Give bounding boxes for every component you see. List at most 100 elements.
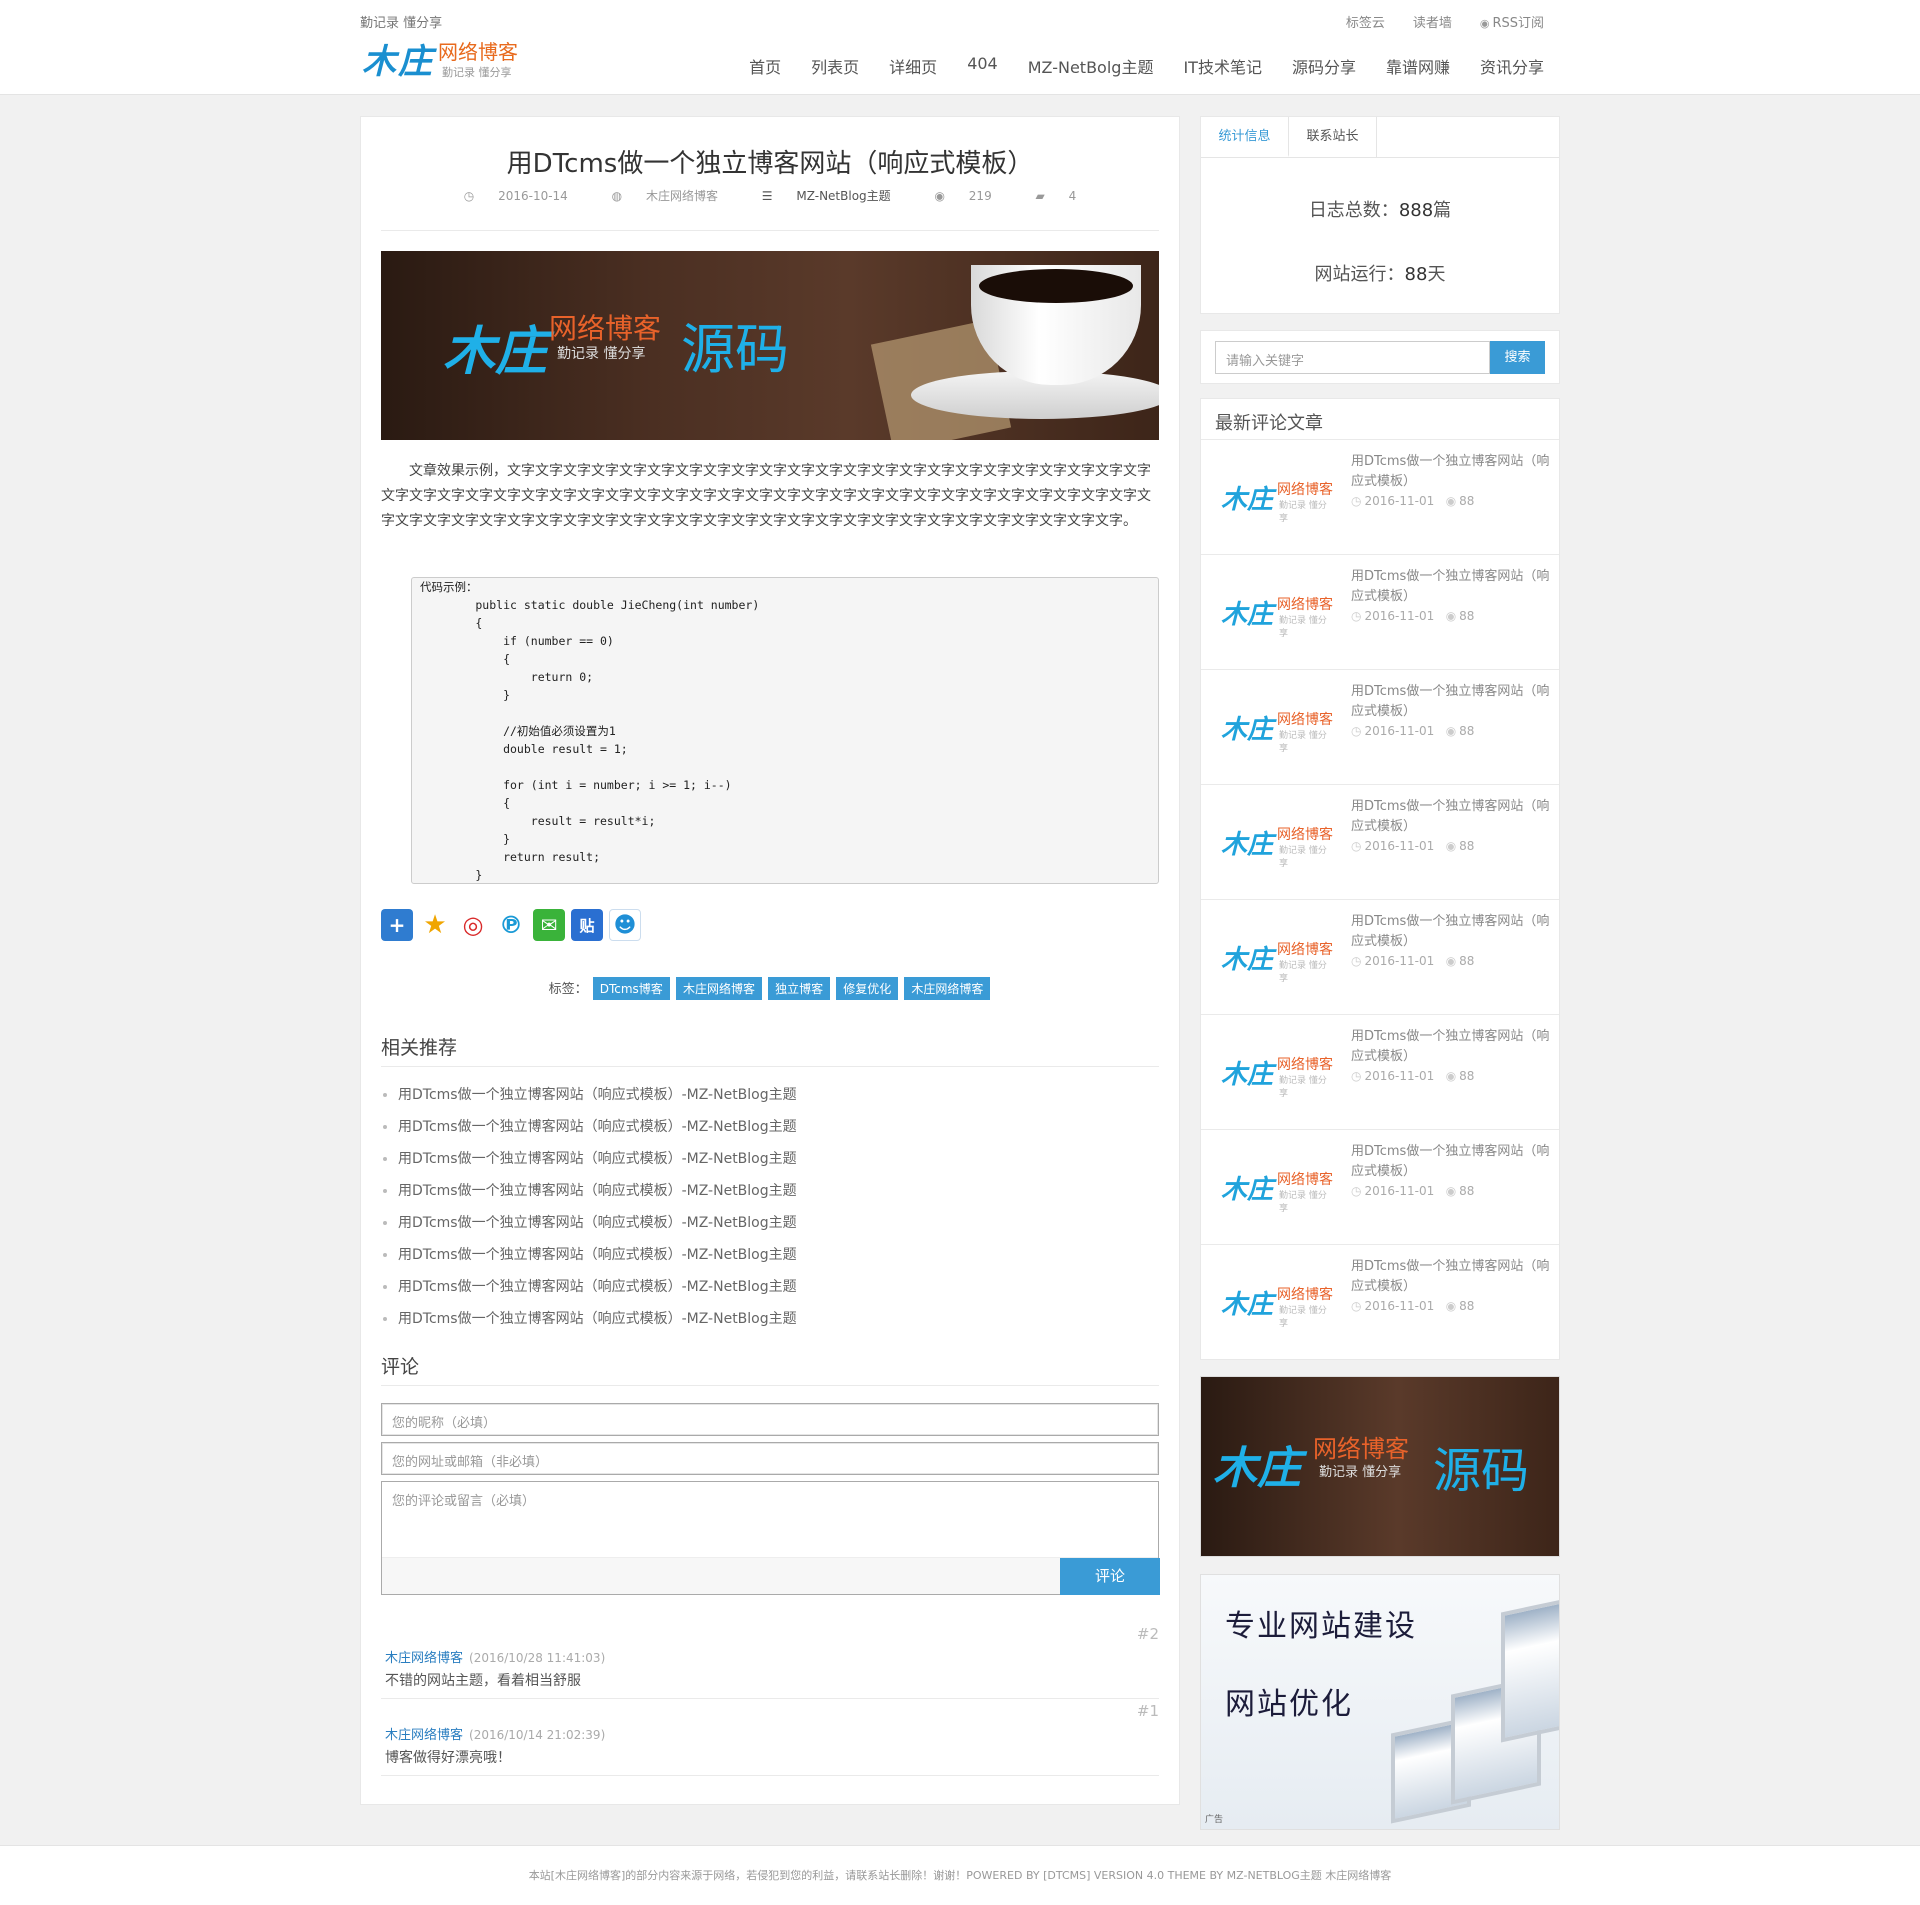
- tag-dtcms[interactable]: DTcms博客: [592, 977, 670, 1000]
- latest-date: 2016-11-01: [1364, 609, 1435, 623]
- latest-thumbnail: 木庄 网络博客 勤记录 懂分享: [1215, 465, 1335, 525]
- latest-views: 88: [1459, 1184, 1475, 1198]
- site-logo[interactable]: 木庄 网络博客 勤记录 懂分享: [362, 36, 532, 84]
- latest-title[interactable]: 用DTcms做一个独立博客网站（响应式模板）: [1351, 912, 1551, 952]
- latest-title[interactable]: 用DTcms做一个独立博客网站（响应式模板）: [1351, 682, 1551, 722]
- latest-item[interactable]: 木庄 网络博客 勤记录 懂分享 用DTcms做一个独立博客网站（响应式模板） ◷ 20…: [1201, 554, 1559, 669]
- thumb-main: 木庄: [1221, 600, 1274, 630]
- stats-tabs: 统计信息 联系站长: [1201, 117, 1559, 158]
- latest-item[interactable]: 木庄 网络博客 勤记录 懂分享 用DTcms做一个独立博客网站（响应式模板） ◷ 20…: [1201, 899, 1559, 1014]
- latest-item[interactable]: 木庄 网络博客 勤记录 懂分享 用DTcms做一个独立博客网站（响应式模板） ◷ 20…: [1201, 669, 1559, 784]
- comment-author[interactable]: 木庄网络博客: [385, 1728, 463, 1743]
- latest-date: 2016-11-01: [1364, 839, 1435, 853]
- nav-it-notes[interactable]: IT技术笔记: [1183, 54, 1262, 78]
- share-more-icon[interactable]: +: [381, 909, 413, 941]
- comment-author[interactable]: 木庄网络博客: [385, 1651, 463, 1666]
- comment-floor: #1: [1136, 1702, 1159, 1720]
- ad-banner[interactable]: 专业网站建设 网站优化 广告: [1200, 1574, 1560, 1830]
- thumb-accent: 网络博客: [1277, 1287, 1333, 1303]
- tag-muzhuang-2[interactable]: 木庄网络博客: [904, 977, 991, 1000]
- meta-author[interactable]: ◍ 木庄网络博客: [602, 189, 728, 203]
- eye-icon: ◉: [1445, 1299, 1457, 1313]
- meta-comments[interactable]: ▰ 4: [1026, 189, 1087, 203]
- logo-sub: 勤记录 懂分享: [442, 66, 512, 79]
- qq-icon[interactable]: ☻: [609, 909, 641, 941]
- tab-stats[interactable]: 统计信息: [1201, 117, 1289, 157]
- related-item[interactable]: 用DTcms做一个独立博客网站（响应式模板）-MZ-NetBlog主题: [381, 1143, 1159, 1175]
- tag-muzhuang[interactable]: 木庄网络博客: [675, 977, 762, 1000]
- latest-meta: ◷ 2016-11-01 ◉ 88: [1351, 724, 1474, 738]
- latest-thumbnail: 木庄 网络博客 勤记录 懂分享: [1215, 925, 1335, 985]
- latest-item[interactable]: 木庄 网络博客 勤记录 懂分享 用DTcms做一个独立博客网站（响应式模板） ◷ 20…: [1201, 1014, 1559, 1129]
- toplink-reader-wall[interactable]: 读者墙: [1413, 12, 1452, 31]
- nav-theme[interactable]: MZ-NetBolg主题: [1028, 54, 1154, 78]
- tag-independent[interactable]: 独立博客: [768, 977, 831, 1000]
- thumb-sub: 勤记录 懂分享: [1279, 1306, 1327, 1329]
- search-button[interactable]: 搜索: [1490, 341, 1545, 374]
- nav-list[interactable]: 列表页: [811, 54, 859, 78]
- comment-text: 博客做得好漂亮哦！: [385, 1750, 511, 1766]
- related-item[interactable]: 用DTcms做一个独立博客网站（响应式模板）-MZ-NetBlog主题: [381, 1079, 1159, 1111]
- related-item[interactable]: 用DTcms做一个独立博客网站（响应式模板）-MZ-NetBlog主题: [381, 1175, 1159, 1207]
- coffee-surface-decoration: [979, 269, 1133, 303]
- sidebar-banner[interactable]: 木庄 网络博客 勤记录 懂分享 源码: [1200, 1376, 1560, 1557]
- contact-input[interactable]: 您的网址或邮箱（非必填）: [381, 1442, 1159, 1475]
- nav-detail[interactable]: 详细页: [889, 54, 937, 78]
- nickname-input[interactable]: 您的昵称（必填）: [381, 1403, 1159, 1436]
- meta-category[interactable]: ☰ MZ-NetBlog主题: [752, 189, 901, 203]
- thumb-sub: 勤记录 懂分享: [1279, 501, 1327, 524]
- latest-title[interactable]: 用DTcms做一个独立博客网站（响应式模板）: [1351, 797, 1551, 837]
- latest-item[interactable]: 木庄 网络博客 勤记录 懂分享 用DTcms做一个独立博客网站（响应式模板） ◷ 20…: [1201, 784, 1559, 899]
- meta-date-text: 2016-10-14: [498, 189, 568, 203]
- related-item[interactable]: 用DTcms做一个独立博客网站（响应式模板）-MZ-NetBlog主题: [381, 1207, 1159, 1239]
- eye-icon: ◉: [1445, 839, 1457, 853]
- nav-404[interactable]: 404: [967, 54, 998, 78]
- comment-floor: #2: [1136, 1625, 1159, 1643]
- tieba-icon[interactable]: 贴: [571, 909, 603, 941]
- pinterest-icon[interactable]: ℗: [495, 909, 527, 941]
- nav-source[interactable]: 源码分享: [1292, 54, 1356, 78]
- nav-home[interactable]: 首页: [749, 54, 781, 78]
- nav-news[interactable]: 资讯分享: [1480, 54, 1544, 78]
- latest-title[interactable]: 用DTcms做一个独立博客网站（响应式模板）: [1351, 1027, 1551, 1067]
- related-item[interactable]: 用DTcms做一个独立博客网站（响应式模板）-MZ-NetBlog主题: [381, 1111, 1159, 1143]
- submit-comment-button[interactable]: 评论: [1060, 1558, 1160, 1595]
- tab-contact[interactable]: 联系站长: [1289, 117, 1377, 157]
- latest-title[interactable]: 用DTcms做一个独立博客网站（响应式模板）: [1351, 567, 1551, 607]
- related-item[interactable]: 用DTcms做一个独立博客网站（响应式模板）-MZ-NetBlog主题: [381, 1239, 1159, 1271]
- tag-fix[interactable]: 修复优化: [836, 977, 899, 1000]
- latest-title[interactable]: 用DTcms做一个独立博客网站（响应式模板）: [1351, 1257, 1551, 1297]
- side-banner-sub: 勤记录 懂分享: [1319, 1465, 1402, 1480]
- thumb-main: 木庄: [1221, 1290, 1274, 1320]
- weibo-icon[interactable]: ◎: [457, 909, 489, 941]
- side-banner-accent: 网络博客: [1313, 1435, 1409, 1463]
- meta-category-text: MZ-NetBlog主题: [796, 189, 891, 203]
- clock-icon: ◷: [463, 189, 479, 203]
- latest-box: 最新评论文章 木庄 网络博客 勤记录 懂分享 用DTcms做一个独立博客网站（响应式…: [1200, 398, 1560, 1360]
- latest-title[interactable]: 用DTcms做一个独立博客网站（响应式模板）: [1351, 452, 1551, 492]
- comment-textarea[interactable]: 您的评论或留言（必填）: [381, 1481, 1159, 1595]
- search-input[interactable]: 请输入关键字: [1215, 341, 1490, 374]
- toplink-rss[interactable]: ◉ RSS订阅: [1480, 12, 1544, 31]
- related-item[interactable]: 用DTcms做一个独立博客网站（响应式模板）-MZ-NetBlog主题: [381, 1271, 1159, 1303]
- qzone-icon[interactable]: ★: [419, 909, 451, 941]
- thumb-sub: 勤记录 懂分享: [1279, 961, 1327, 984]
- latest-title[interactable]: 用DTcms做一个独立博客网站（响应式模板）: [1351, 1142, 1551, 1182]
- nav-earn[interactable]: 靠谱网赚: [1386, 54, 1450, 78]
- latest-item[interactable]: 木庄 网络博客 勤记录 懂分享 用DTcms做一个独立博客网站（响应式模板） ◷ 20…: [1201, 1129, 1559, 1244]
- clock-icon: ◷: [1351, 954, 1362, 968]
- latest-meta: ◷ 2016-11-01 ◉ 88: [1351, 839, 1474, 853]
- latest-meta: ◷ 2016-11-01 ◉ 88: [1351, 1184, 1474, 1198]
- toplink-tag-cloud[interactable]: 标签云: [1346, 12, 1385, 31]
- latest-item[interactable]: 木庄 网络博客 勤记录 懂分享 用DTcms做一个独立博客网站（响应式模板） ◷ 20…: [1201, 1244, 1559, 1359]
- site-footer: 本站[木庄网络博客]的部分内容来源于网络，若侵犯到您的利益，请联系站长删除！谢谢…: [0, 1845, 1920, 1905]
- eye-icon: ◉: [1445, 954, 1457, 968]
- related-item[interactable]: 用DTcms做一个独立博客网站（响应式模板）-MZ-NetBlog主题: [381, 1303, 1159, 1335]
- comment-toolbar: [382, 1557, 1158, 1594]
- clock-icon: ◷: [1351, 1299, 1362, 1313]
- thumb-sub: 勤记录 懂分享: [1279, 1191, 1327, 1214]
- banner-sub: 勤记录 懂分享: [557, 346, 646, 362]
- wechat-icon[interactable]: ✉: [533, 909, 565, 941]
- stat-days-unit: 天: [1427, 264, 1446, 285]
- latest-item[interactable]: 木庄 网络博客 勤记录 懂分享 用DTcms做一个独立博客网站（响应式模板） ◷ 20…: [1201, 439, 1559, 554]
